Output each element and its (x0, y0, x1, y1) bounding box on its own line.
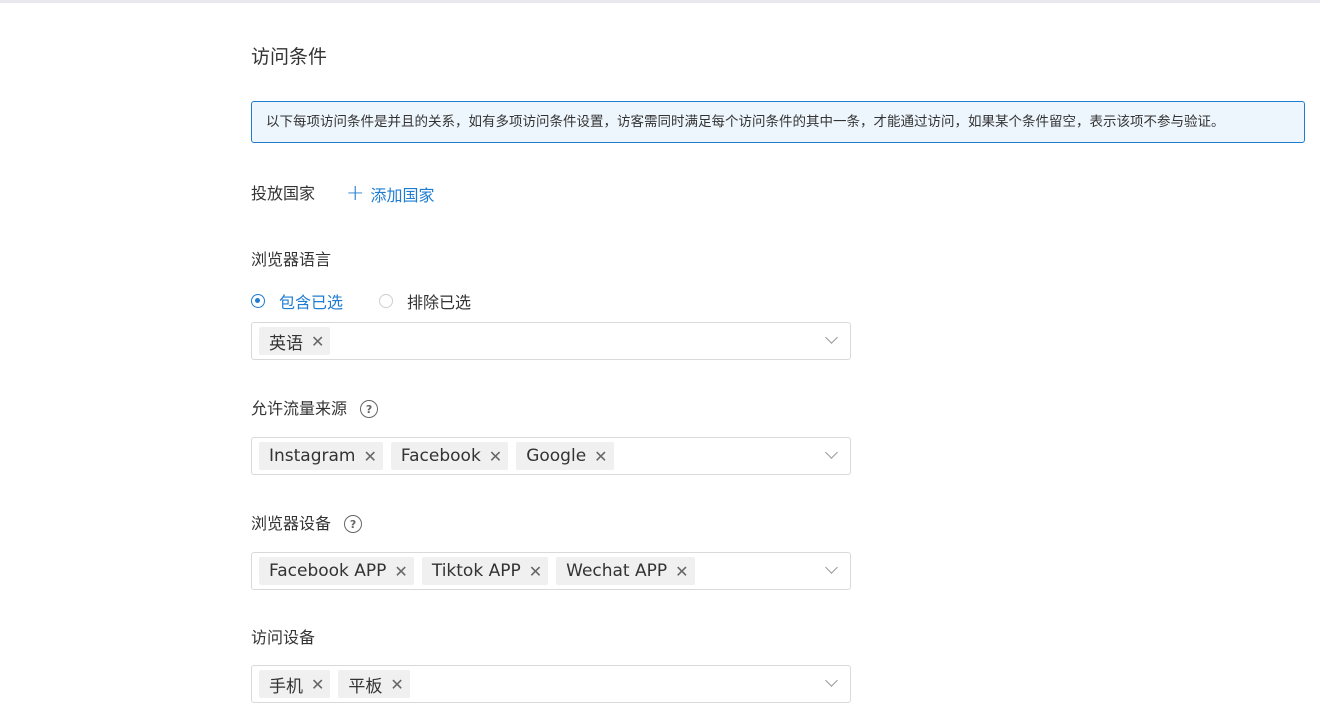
add-country-label: 添加国家 (370, 186, 435, 205)
top-divider (0, 0, 1320, 3)
tag-access-device: 手机 ✕ (259, 670, 331, 698)
close-icon[interactable]: ✕ (311, 675, 324, 694)
traffic-source-label: 允许流量来源 (251, 399, 348, 418)
tag-browser-device: Wechat APP ✕ (556, 557, 695, 585)
notice-banner: 以下每项访问条件是并且的关系，如有多项访问条件设置，访客需同时满足每个访问条件的… (251, 101, 1305, 143)
close-icon[interactable]: ✕ (489, 447, 502, 466)
country-row: 投放国家 + 添加国家 (251, 182, 434, 206)
chevron-down-icon[interactable] (825, 674, 838, 687)
tag-label: Instagram (269, 446, 356, 466)
radio-exclude-label: 排除已选 (407, 293, 472, 312)
close-icon[interactable]: ✕ (394, 562, 407, 581)
browser-device-select[interactable]: Facebook APP ✕ Tiktok APP ✕ Wechat APP ✕ (251, 552, 851, 590)
section-title: 访问条件 (251, 46, 328, 68)
plus-icon: + (346, 181, 365, 206)
tag-label: Facebook (400, 446, 481, 466)
close-icon[interactable]: ✕ (675, 562, 688, 581)
browser-device-label: 浏览器设备 (251, 514, 332, 533)
chevron-down-icon[interactable] (825, 331, 838, 344)
language-mode-radio-group: 包含已选 排除已选 (251, 289, 507, 313)
chevron-down-icon[interactable] (825, 446, 838, 459)
traffic-source-label-row: 允许流量来源 ? (251, 397, 379, 421)
tag-label: 英语 (269, 333, 303, 354)
access-device-label: 访问设备 (251, 628, 316, 647)
tag-browser-device: Tiktok APP ✕ (421, 557, 549, 585)
radio-checked-icon (251, 294, 265, 308)
browser-language-label-row: 浏览器语言 (251, 248, 331, 272)
country-label: 投放国家 (251, 184, 316, 203)
tag-label: Wechat APP (566, 561, 668, 581)
tag-traffic-source: Google ✕ (516, 442, 614, 470)
close-icon[interactable]: ✕ (364, 447, 377, 466)
browser-device-label-row: 浏览器设备 ? (251, 512, 363, 536)
access-device-select[interactable]: 手机 ✕ 平板 ✕ (251, 665, 851, 703)
access-device-label-row: 访问设备 (251, 626, 315, 650)
radio-exclude-selected[interactable]: 排除已选 (379, 289, 471, 313)
tag-access-device: 平板 ✕ (338, 670, 410, 698)
help-icon[interactable]: ? (360, 400, 379, 418)
close-icon[interactable]: ✕ (529, 562, 542, 581)
traffic-source-select[interactable]: Instagram ✕ Facebook ✕ Google ✕ (251, 437, 851, 475)
help-icon[interactable]: ? (344, 515, 363, 533)
tag-label: Google (526, 446, 587, 466)
browser-language-label: 浏览器语言 (251, 250, 332, 269)
browser-language-select[interactable]: 英语 ✕ (251, 322, 851, 360)
tag-traffic-source: Instagram ✕ (259, 442, 383, 470)
tag-label: Facebook APP (269, 561, 387, 581)
tag-traffic-source: Facebook ✕ (390, 442, 509, 470)
close-icon[interactable]: ✕ (311, 332, 324, 351)
radio-include-selected[interactable]: 包含已选 (251, 289, 343, 313)
tag-browser-device: Facebook APP ✕ (259, 557, 414, 585)
add-country-button[interactable]: + 添加国家 (346, 182, 434, 206)
close-icon[interactable]: ✕ (594, 447, 607, 466)
radio-include-label: 包含已选 (279, 293, 344, 312)
tag-language: 英语 ✕ (259, 327, 331, 355)
tag-label: 平板 (348, 676, 383, 697)
radio-unchecked-icon (379, 294, 394, 308)
chevron-down-icon[interactable] (825, 561, 838, 574)
tag-label: Tiktok APP (431, 561, 521, 581)
close-icon[interactable]: ✕ (390, 675, 403, 694)
tag-label: 手机 (269, 676, 303, 697)
